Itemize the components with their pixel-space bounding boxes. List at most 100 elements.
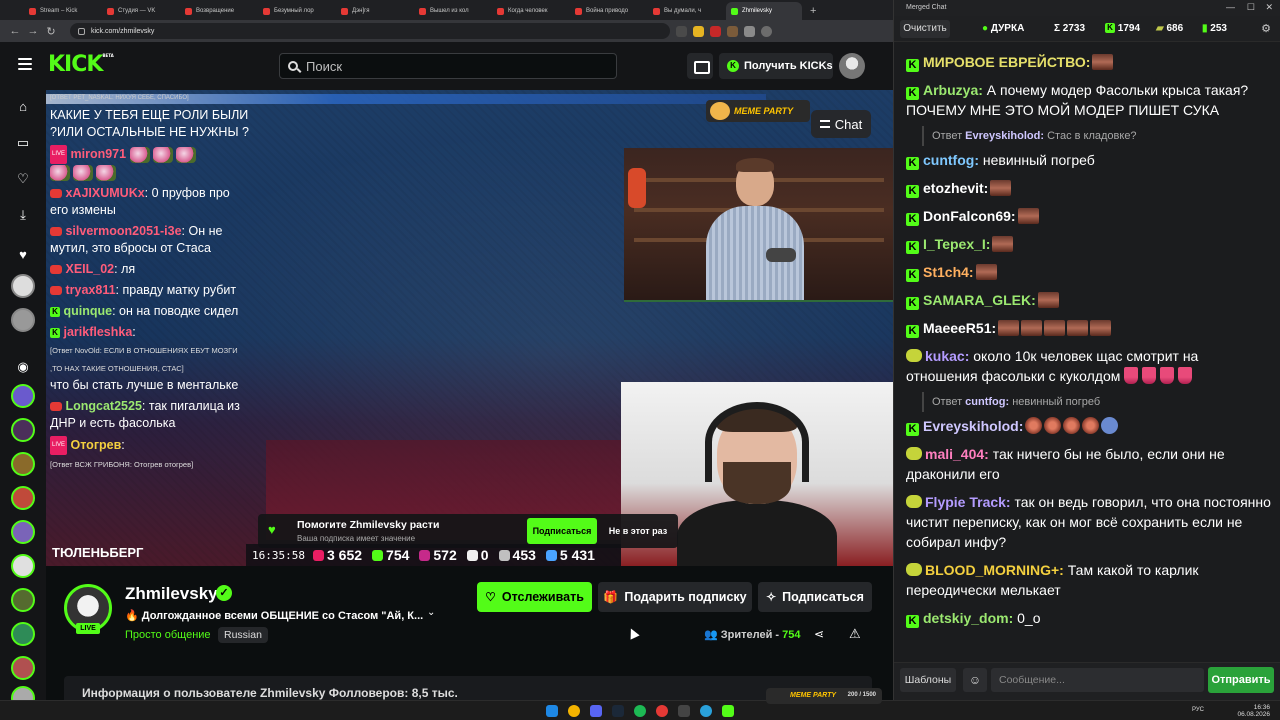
followed-channel-avatar[interactable] — [11, 274, 35, 298]
channel-avatar[interactable] — [11, 384, 35, 408]
browser-tab[interactable]: Безумный лор — [258, 2, 334, 20]
chat-username[interactable]: St1ch4: — [923, 264, 974, 280]
chat-toggle-button[interactable]: Chat — [811, 110, 871, 138]
chrome-icon[interactable] — [568, 705, 580, 717]
chat-username[interactable]: MaeeeR51: — [923, 320, 996, 336]
browser-tab[interactable]: Когда человек — [492, 2, 568, 20]
extension-icon[interactable] — [693, 25, 704, 37]
followed-channel-avatar[interactable] — [11, 308, 35, 332]
extension-icon[interactable] — [676, 25, 687, 37]
home-icon[interactable]: ⌂ — [16, 100, 30, 114]
channel-avatar[interactable] — [11, 486, 35, 510]
reload-icon[interactable]: ↻ — [44, 25, 58, 38]
video-player[interactable]: [ОТВЕТ PET_NASKAL: НИХУЯ СЕБЕ, СПАСИБО] … — [46, 90, 893, 566]
spotify-icon[interactable] — [634, 705, 646, 717]
browser-tab[interactable]: Война приводо — [570, 2, 646, 20]
chat-username[interactable]: cuntfog: — [923, 152, 979, 168]
new-tab-icon[interactable]: + — [810, 5, 816, 20]
chat-username[interactable]: BLOOD_MORNING+: — [925, 562, 1064, 578]
download-icon[interactable]: ⤓ — [16, 208, 30, 222]
prompt-subscribe-button[interactable]: Подписаться — [527, 518, 597, 544]
clear-chat-button[interactable]: Очистить — [900, 20, 950, 38]
extension-icon[interactable] — [710, 25, 721, 37]
channel-avatar[interactable] — [11, 588, 35, 612]
chat-username[interactable]: etozhevit: — [923, 180, 988, 196]
browser-tab-active[interactable]: Zhmilevsky — [726, 2, 802, 20]
browser-tab[interactable]: Stream – Kick — [24, 2, 100, 20]
site-info-icon[interactable] — [78, 27, 85, 35]
emoji-icon[interactable]: ☺ — [963, 668, 987, 692]
follow-button[interactable]: ♡ Отслеживать — [477, 582, 592, 612]
gear-icon[interactable]: ⚙ — [1261, 22, 1271, 35]
chat-username[interactable]: kukac: — [925, 348, 969, 364]
live-badge-icon: LIVE — [50, 436, 68, 455]
chat-message-input[interactable] — [991, 668, 1204, 692]
channel-avatar[interactable] — [11, 622, 35, 646]
channel-avatar[interactable] — [11, 656, 35, 680]
system-clock[interactable]: 16:36 06.08.2026 — [1237, 704, 1270, 718]
report-icon[interactable]: ⚠ — [849, 626, 861, 642]
chat-username[interactable]: mali_404: — [925, 446, 989, 462]
send-button[interactable]: Отправить — [1208, 667, 1274, 693]
chat-username[interactable]: Arbuzya: — [923, 82, 983, 98]
browse-icon[interactable] — [687, 53, 713, 79]
chat-username[interactable]: DonFalcon69: — [923, 208, 1016, 224]
browse-icon[interactable]: ▭ — [16, 136, 30, 150]
chat-username[interactable]: I_Tepex_I: — [923, 236, 990, 252]
search-input[interactable] — [306, 58, 606, 74]
share-icon[interactable]: ⋖ — [814, 627, 824, 641]
chat-username[interactable]: Evreyskiholod: — [923, 418, 1023, 434]
maximize-icon[interactable]: ☐ — [1247, 2, 1255, 13]
chevron-down-icon[interactable]: ⌄ — [427, 607, 435, 618]
stream-category-link[interactable]: Просто общение — [125, 629, 211, 641]
app-icon[interactable] — [678, 705, 690, 717]
chat-username[interactable]: МИРОВОЕ ЕВРЕЙСТВО: — [923, 54, 1090, 70]
user-avatar[interactable] — [839, 53, 865, 79]
browser-tab[interactable]: Возвращение — [180, 2, 256, 20]
language-tag[interactable]: Russian — [218, 627, 268, 643]
menu-icon[interactable] — [18, 58, 32, 70]
channel-avatar[interactable] — [11, 418, 35, 442]
templates-button[interactable]: Шаблоны — [900, 668, 956, 692]
get-kicks-button[interactable]: K Получить KICKs — [719, 53, 833, 79]
chat-username[interactable]: detskiy_dom: — [923, 610, 1013, 626]
kick-icon: K — [906, 297, 919, 310]
subscribe-button[interactable]: ✧ Подписаться — [758, 582, 872, 612]
browser-tab[interactable]: Дэн]гя — [336, 2, 412, 20]
extensions-puzzle-icon[interactable] — [744, 25, 755, 37]
close-icon[interactable]: ✕ — [1265, 2, 1273, 13]
emote-icon — [129, 146, 150, 163]
app-icon[interactable] — [722, 705, 734, 717]
discord-icon[interactable] — [590, 705, 602, 717]
minimize-icon[interactable]: — — [1226, 2, 1235, 12]
start-icon[interactable] — [546, 705, 558, 717]
search-box[interactable] — [279, 53, 617, 79]
channel-avatar[interactable] — [11, 520, 35, 544]
steam-icon[interactable] — [612, 705, 624, 717]
telegram-icon[interactable] — [700, 705, 712, 717]
back-icon[interactable]: ← — [8, 25, 22, 37]
favorites-heart-icon[interactable]: ♥ — [16, 248, 30, 262]
extension-icon[interactable] — [727, 25, 738, 37]
channel-name[interactable]: Zhmilevsky — [125, 584, 218, 604]
emote-icon — [1067, 320, 1089, 336]
browser-tab[interactable]: Студия — VK — [102, 2, 178, 20]
channel-avatar[interactable] — [11, 452, 35, 476]
following-heart-icon[interactable]: ♡ — [16, 172, 30, 186]
chat-message: K SAMARA_GLEK: — [906, 290, 1271, 310]
prompt-dismiss-button[interactable]: Не в этот раз — [603, 518, 673, 544]
kick-logo[interactable]: KICKBETA — [48, 52, 114, 77]
profile-icon[interactable] — [761, 25, 772, 37]
chat-username[interactable]: Flypie Track: — [925, 494, 1011, 510]
browser-tab[interactable]: Вышел из кол — [414, 2, 490, 20]
address-bar[interactable]: kick.com/zhmilevsky — [70, 23, 670, 39]
channel-avatar[interactable] — [11, 686, 35, 700]
input-language[interactable]: РУС — [1192, 707, 1204, 713]
chat-username[interactable]: SAMARA_GLEK: — [923, 292, 1036, 308]
live-channels-icon[interactable]: ◉ — [16, 360, 30, 374]
app-icon[interactable] — [656, 705, 668, 717]
gift-subscription-button[interactable]: 🎁 Подарить подписку — [598, 582, 752, 612]
forward-icon[interactable]: → — [26, 25, 40, 37]
browser-tab[interactable]: Вы думали, ч — [648, 2, 724, 20]
channel-avatar[interactable] — [11, 554, 35, 578]
